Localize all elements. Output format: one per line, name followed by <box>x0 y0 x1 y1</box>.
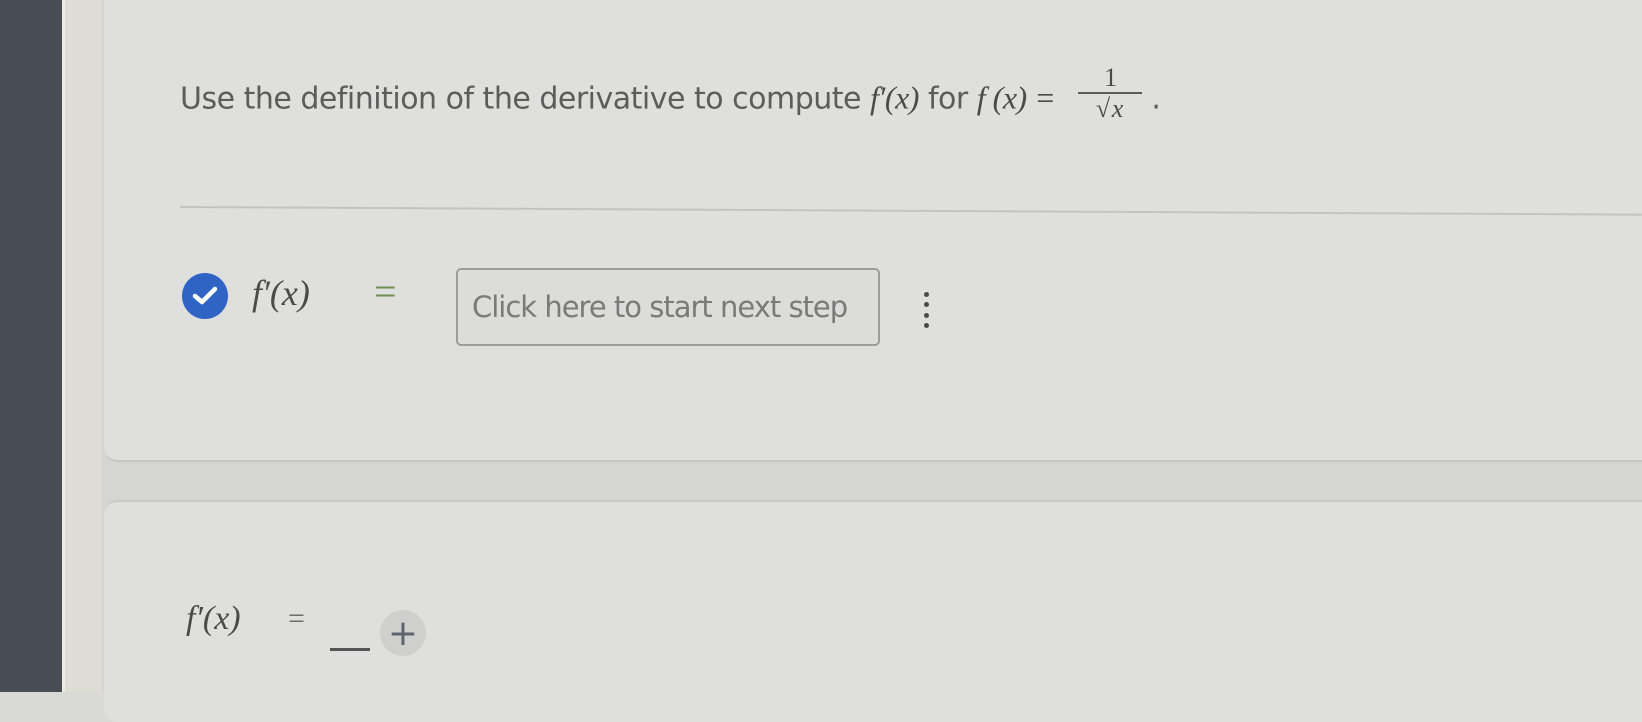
derivative-expression: f′(x) <box>870 79 919 116</box>
question-prompt: Use the definition of the derivative to … <box>180 64 1161 130</box>
answer-card <box>104 500 1642 722</box>
screen-bezel <box>0 0 62 692</box>
function-fraction: 1 √x <box>1078 63 1143 124</box>
step-lhs: f′(x) <box>252 273 310 313</box>
menu-dot <box>923 322 929 328</box>
fraction-numerator: 1 <box>1104 63 1117 92</box>
question-period: . <box>1151 81 1161 117</box>
answer-lhs: f′(x) <box>186 600 241 637</box>
add-button[interactable]: + <box>380 610 426 656</box>
radicand: x <box>1109 92 1125 123</box>
question-text: Use the definition of the derivative to … <box>180 81 861 117</box>
menu-dot <box>923 292 929 297</box>
kebab-menu-icon[interactable] <box>920 292 932 328</box>
menu-dot <box>923 302 929 308</box>
fraction-denominator: √x <box>1078 92 1142 124</box>
sqrt-symbol: √ <box>1095 94 1110 123</box>
function-expression: f (x) = <box>976 79 1056 116</box>
menu-dot <box>923 312 929 318</box>
answer-blank[interactable] <box>330 648 370 651</box>
next-step-input[interactable]: Click here to start next step <box>456 268 880 346</box>
answer-equals-sign: = <box>288 602 305 635</box>
window-edge <box>62 0 105 692</box>
step-equals-sign: = <box>374 269 397 314</box>
checkmark-icon <box>182 273 228 319</box>
question-connector: for <box>927 81 968 117</box>
